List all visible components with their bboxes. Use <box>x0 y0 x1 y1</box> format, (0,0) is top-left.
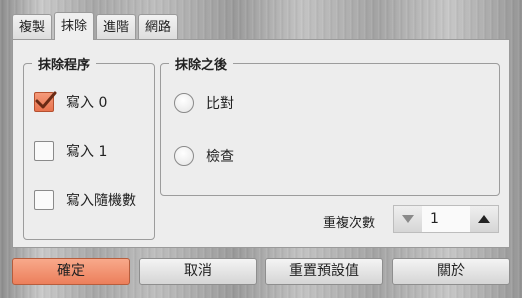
write-random-label: 寫入隨機數 <box>66 193 136 209</box>
after-erase-group: 抹除之後 比對 檢查 <box>160 54 500 196</box>
after-erase-title: 抹除之後 <box>169 54 234 73</box>
decrement-button[interactable] <box>394 206 422 232</box>
repeat-count-value[interactable]: 1 <box>422 206 470 232</box>
erase-procedure-title: 抹除程序 <box>32 54 97 73</box>
reset-defaults-button[interactable]: 重置預設值 <box>265 258 383 285</box>
verify-radio[interactable] <box>174 93 194 113</box>
write-zero-option[interactable]: 寫入 0 <box>34 91 108 112</box>
check-option[interactable]: 檢查 <box>174 146 234 166</box>
repeat-count-label: 重複次數 <box>323 216 376 231</box>
check-label: 檢查 <box>206 149 234 165</box>
write-zero-checkbox[interactable] <box>34 91 57 112</box>
verify-label: 比對 <box>206 96 234 112</box>
tab-bar: 複製 抹除 進階 網路 <box>12 12 180 40</box>
check-radio[interactable] <box>174 146 194 166</box>
increment-button[interactable] <box>470 206 498 232</box>
tab-erase[interactable]: 抹除 <box>54 12 95 40</box>
erase-panel: 抹除程序 寫入 0 寫入 1 寫入隨機數 抹除之後 比對 檢查 重複次數 1 <box>12 39 510 248</box>
write-random-checkbox[interactable] <box>34 190 54 210</box>
erase-procedure-group: 抹除程序 寫入 0 寫入 1 寫入隨機數 <box>23 54 155 240</box>
about-button[interactable]: 關於 <box>392 258 510 285</box>
checkmark-icon <box>35 91 57 109</box>
tab-network[interactable]: 網路 <box>138 14 179 40</box>
triangle-down-icon <box>402 215 414 223</box>
tab-copy[interactable]: 複製 <box>12 14 53 40</box>
tab-advanced[interactable]: 進階 <box>96 14 137 40</box>
cancel-button[interactable]: 取消 <box>139 258 257 285</box>
write-one-option[interactable]: 寫入 1 <box>34 141 107 161</box>
write-one-checkbox[interactable] <box>34 141 54 161</box>
write-random-option[interactable]: 寫入隨機數 <box>34 190 136 210</box>
verify-option[interactable]: 比對 <box>174 93 234 113</box>
write-one-label: 寫入 1 <box>66 144 108 160</box>
triangle-up-icon <box>478 215 490 223</box>
write-zero-label: 寫入 0 <box>66 95 108 111</box>
ok-button[interactable]: 確定 <box>12 258 130 285</box>
repeat-count-spinner[interactable]: 1 <box>393 205 499 233</box>
